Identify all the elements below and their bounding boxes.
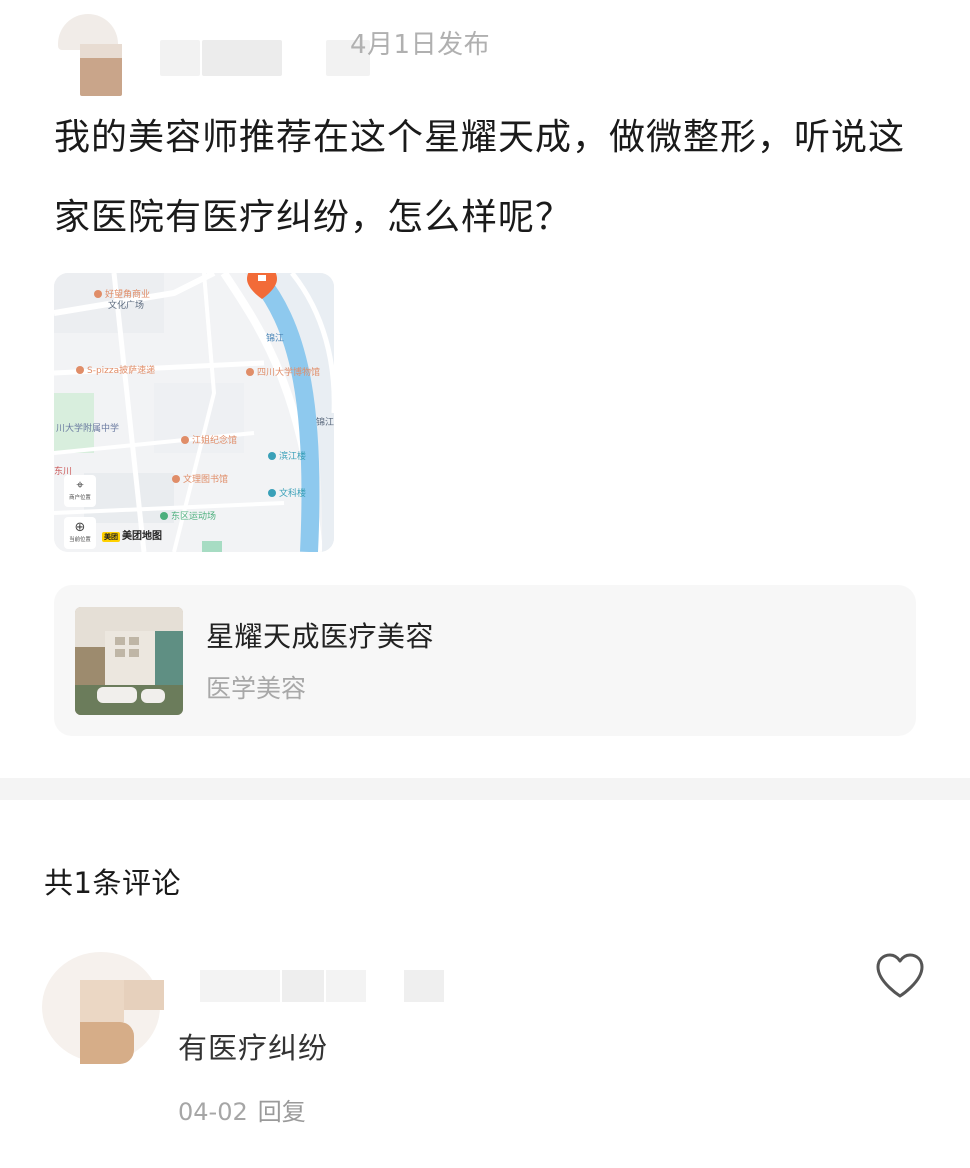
map-label-river: 锦江 — [266, 334, 285, 344]
reply-button[interactable]: 回复 — [258, 1098, 306, 1126]
map-brand-logo: 美团 美团地图 — [102, 531, 162, 542]
post-content: 我的美容师推荐在这个星耀天成，做微整形，听说这家医院有医疗纠纷，怎么样呢？ — [54, 117, 906, 238]
merchant-location-button[interactable]: ⌖ 商户位置 — [64, 475, 96, 507]
heart-outline-icon[interactable] — [874, 952, 926, 1000]
map-label-binjiang: 滨江楼 — [268, 449, 306, 462]
author-name-redacted[interactable] — [140, 22, 370, 80]
current-location-button[interactable]: ⊕ 当前位置 — [64, 517, 96, 549]
map-label-library: 文理图书馆 — [172, 472, 228, 485]
post-header: 4月1日发布 — [0, 0, 970, 96]
comment-date: 04-02 — [178, 1098, 248, 1126]
shop-category: 医学美容 — [206, 674, 307, 703]
map-label-school: 川大学附属中学 — [56, 424, 120, 434]
shop-thumbnail — [75, 607, 183, 715]
map-label-museum: 四川大学博物馆 — [246, 365, 320, 378]
publish-date: 4月1日发布 — [350, 30, 491, 60]
location-pin-icon — [247, 273, 277, 299]
map-label-spizza: S-pizza披萨速递 — [76, 363, 155, 376]
comments-count-title: 共1条评论 — [44, 866, 181, 900]
map-label-wenke: 文科楼 — [268, 486, 306, 499]
map-label-jiangjie: 江姐纪念馆 — [181, 433, 237, 446]
shop-name: 星耀天成医疗美容 — [206, 620, 435, 653]
author-avatar[interactable] — [58, 14, 128, 96]
commenter-avatar[interactable] — [42, 952, 167, 1077]
map-label-road: 锦江路 — [316, 418, 334, 428]
map-label-sports: 东区运动场 — [160, 509, 216, 522]
comment-meta: 04-02 回复 — [178, 1092, 306, 1127]
map-thumbnail[interactable]: 好望角商业 文化广场 S-pizza披萨速递 四川大学博物馆 川大学附属中学 江… — [54, 273, 334, 552]
crosshair-icon: ⊕ — [74, 520, 86, 535]
shop-card[interactable]: 星耀天成医疗美容 医学美容 — [54, 585, 916, 736]
comment-text: 有医疗纠纷 — [178, 1031, 329, 1065]
comment-item: 有医疗纠纷 04-02 回复 — [0, 940, 970, 1140]
map-label-haowangjiao-2: 文化广场 — [108, 301, 145, 311]
section-divider — [0, 778, 970, 800]
location-pin-icon: ⌖ — [76, 478, 84, 493]
